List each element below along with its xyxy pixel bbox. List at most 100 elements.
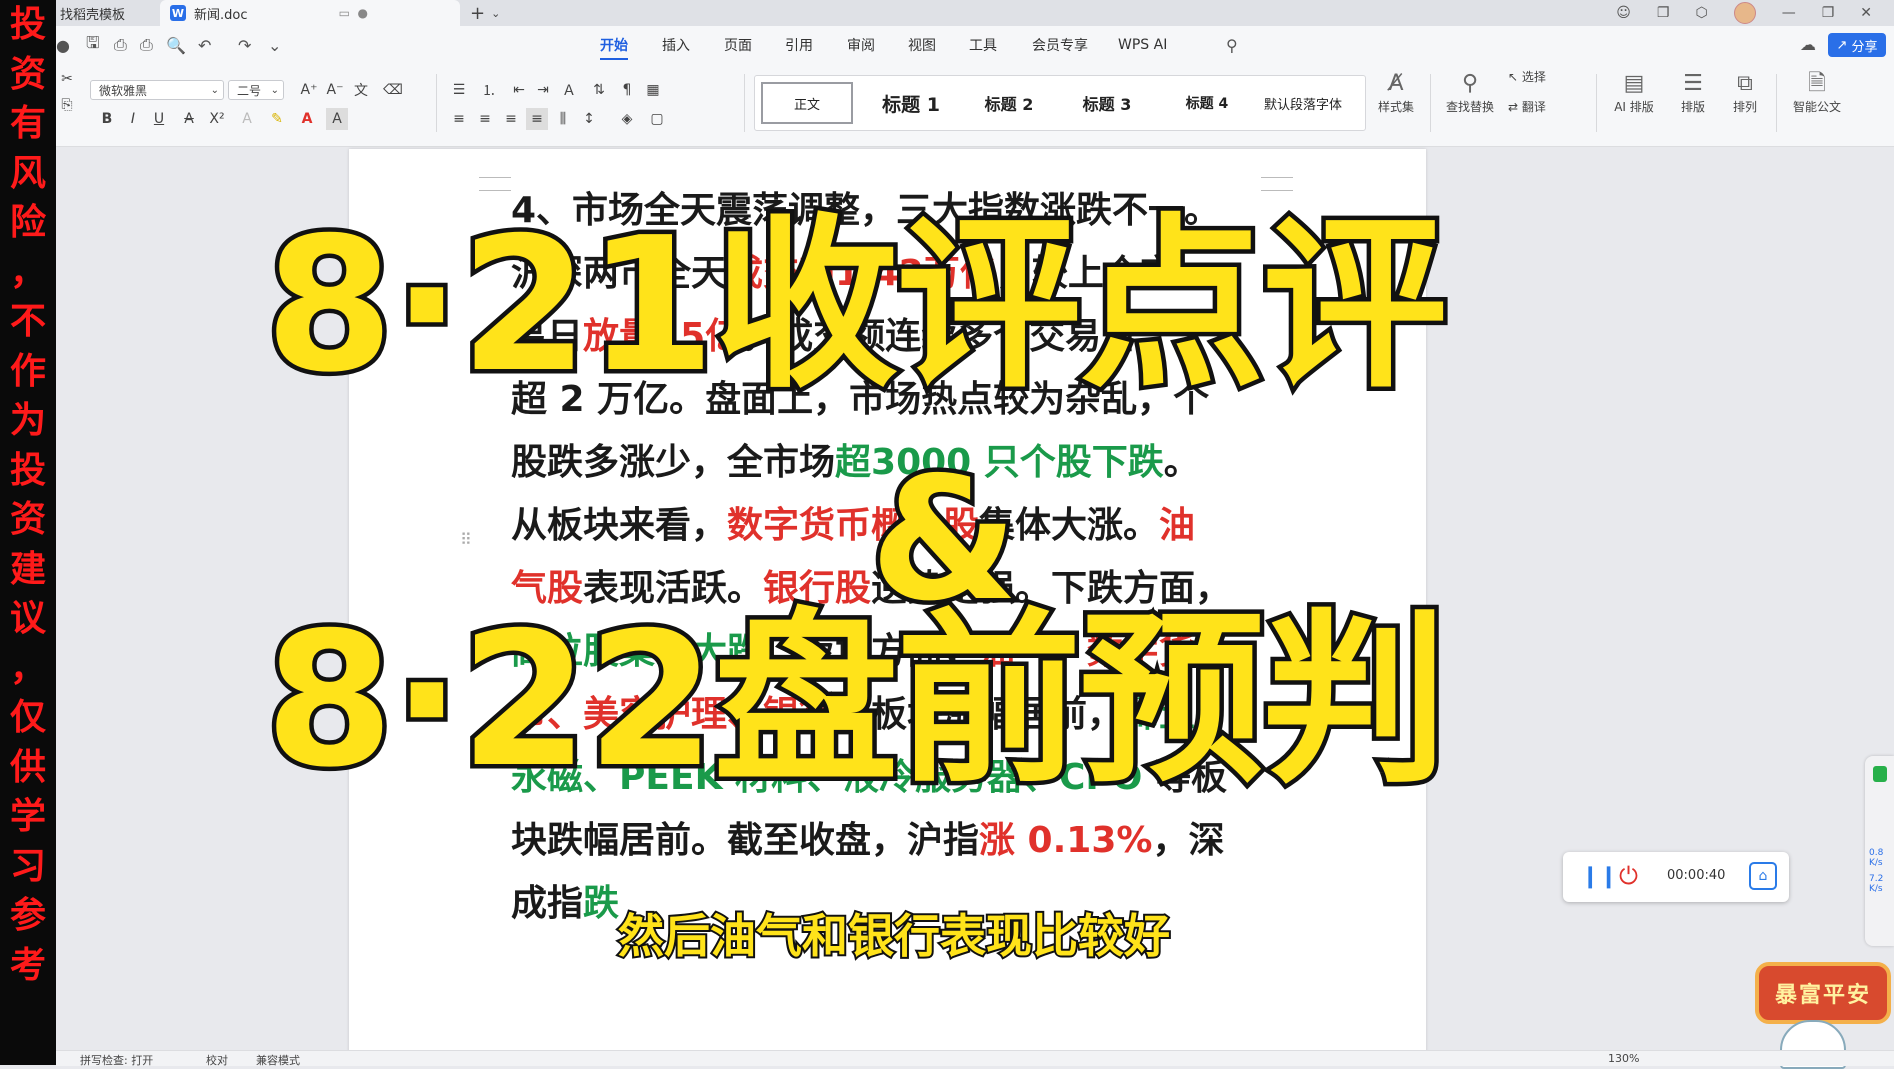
- proof-status[interactable]: 校对: [206, 1052, 228, 1068]
- highlight-icon[interactable]: ✎: [266, 108, 288, 130]
- style-set-label: 样式集: [1377, 100, 1414, 114]
- search-icon[interactable]: ⚲: [1226, 26, 1238, 64]
- format-painter-icon[interactable]: ⎘: [56, 94, 78, 116]
- avatar[interactable]: [1733, 2, 1756, 24]
- phonetic-icon[interactable]: 文: [350, 79, 372, 101]
- font-size-select[interactable]: 二号 ⌄: [228, 80, 284, 100]
- border-icon[interactable]: ▢: [646, 108, 668, 130]
- cloud-icon[interactable]: ☁: [1800, 35, 1816, 54]
- menu-tab-4[interactable]: 审阅: [847, 26, 875, 64]
- save-icon[interactable]: 🖫: [86, 26, 100, 64]
- menu-tab-5[interactable]: 视图: [908, 26, 936, 64]
- tab-dot-icon[interactable]: ●: [358, 6, 368, 20]
- cut-icon[interactable]: ✂: [56, 68, 78, 90]
- select-label: 选择: [1521, 70, 1546, 84]
- style-heading-1[interactable]: 标题 1: [863, 76, 959, 130]
- style-heading-3[interactable]: 标题 3: [1059, 76, 1155, 130]
- restore-icon[interactable]: ❐: [1822, 5, 1835, 21]
- align-left-icon[interactable]: ≡: [448, 108, 470, 130]
- export-icon[interactable]: ⎙: [114, 26, 127, 64]
- undo-icon[interactable]: ↶: [198, 26, 211, 64]
- monitor-icon[interactable]: ▭: [339, 6, 350, 20]
- menu-tab-6[interactable]: 工具: [969, 26, 997, 64]
- select-button[interactable]: ↖ 选择: [1508, 68, 1576, 85]
- number-list-icon[interactable]: ⒈: [478, 79, 500, 101]
- tab-document[interactable]: W 新闻.doc ▭ ●: [160, 0, 460, 26]
- toggle-icon[interactable]: ●: [56, 26, 70, 64]
- chevron-down-icon[interactable]: ⌄: [491, 7, 500, 20]
- layout-button[interactable]: ☰ 排版: [1668, 70, 1718, 115]
- style-normal[interactable]: 正文: [761, 82, 853, 124]
- smart-doc-label: 智能公文: [1792, 100, 1841, 114]
- more-chevron-icon[interactable]: ⌄: [268, 26, 281, 64]
- layout-label: 排版: [1680, 100, 1705, 114]
- italic-icon[interactable]: I: [122, 108, 144, 130]
- redo-icon[interactable]: ↷: [238, 26, 251, 64]
- bullet-list-icon[interactable]: ☰: [448, 79, 470, 101]
- menu-tab-7[interactable]: 会员专享: [1032, 26, 1088, 64]
- style-heading-4[interactable]: 标题 4: [1159, 76, 1255, 130]
- superscript-icon[interactable]: X²: [206, 108, 228, 130]
- cube-icon[interactable]: ⬡: [1695, 5, 1707, 21]
- underline-icon[interactable]: U: [148, 108, 170, 130]
- shrink-font-icon[interactable]: A⁻: [324, 79, 346, 101]
- close-icon[interactable]: ✕: [1860, 5, 1872, 21]
- menu-tab-3[interactable]: 引用: [785, 26, 813, 64]
- find-replace-button[interactable]: ⚲ 查找替换: [1436, 70, 1504, 115]
- style-heading-2[interactable]: 标题 2: [961, 76, 1057, 130]
- drag-handle-icon[interactable]: ⠿: [460, 530, 472, 549]
- style-label: 标题 3: [1082, 95, 1132, 114]
- font-color-icon[interactable]: A: [296, 108, 318, 130]
- menu-tab-2[interactable]: 页面: [724, 26, 752, 64]
- menu-tab-1[interactable]: 插入: [662, 26, 690, 64]
- align-center-icon[interactable]: ≡: [474, 108, 496, 130]
- disclaimer-char: 议: [9, 598, 46, 639]
- menu-tab-0[interactable]: 开始: [600, 26, 628, 64]
- bold-icon[interactable]: B: [96, 108, 118, 130]
- window-controls: ☺ ❐ ⬡ — ❐ ✕: [1616, 0, 1894, 26]
- minimize-icon[interactable]: —: [1782, 5, 1796, 21]
- style-label: 默认段落字体: [1263, 97, 1342, 113]
- justify-icon[interactable]: ≡: [526, 108, 548, 130]
- strikethrough-icon[interactable]: A: [178, 108, 200, 130]
- home-icon[interactable]: ⌂: [1749, 862, 1777, 890]
- clear-format-icon[interactable]: ⌫: [382, 79, 404, 101]
- show-marks-icon[interactable]: ¶: [616, 79, 638, 101]
- skin-icon[interactable]: ☺: [1616, 5, 1631, 21]
- window-tile-icon[interactable]: ❐: [1657, 5, 1670, 21]
- text-run: 从板块来看，: [511, 505, 728, 546]
- tab-template[interactable]: 找稻壳模板: [56, 0, 160, 26]
- pause-icon[interactable]: ❙❙: [1581, 864, 1618, 889]
- distribute-icon[interactable]: ⫼: [552, 108, 574, 130]
- print-preview-icon[interactable]: 🔍: [166, 26, 186, 64]
- ai-layout-button[interactable]: ▤ AI 排版: [1604, 70, 1664, 115]
- line-spacing-icon[interactable]: ↕: [578, 108, 600, 130]
- font-name-select[interactable]: 微软雅黑 ⌄: [90, 80, 224, 100]
- disclaimer-char: 作: [9, 350, 46, 392]
- style-set-button[interactable]: A̸ 样式集: [1366, 70, 1426, 115]
- spellcheck-status[interactable]: 拼写检查: 打开: [80, 1052, 153, 1068]
- smart-doc-button[interactable]: 🗎 智能公文: [1784, 70, 1850, 115]
- menu-tab-8[interactable]: WPS AI: [1118, 26, 1167, 64]
- shading-icon[interactable]: ◈: [616, 108, 638, 130]
- print-icon[interactable]: ⎙: [140, 26, 153, 64]
- increase-indent-icon[interactable]: ⇥: [532, 79, 554, 101]
- share-button[interactable]: ↗ 分享: [1828, 33, 1886, 57]
- new-tab-button[interactable]: + ⌄: [470, 0, 500, 26]
- align-right-icon[interactable]: ≡: [500, 108, 522, 130]
- text-effect-icon[interactable]: A: [236, 108, 258, 130]
- char-shading-icon[interactable]: A: [326, 108, 348, 130]
- stop-icon[interactable]: ⏻: [1619, 862, 1638, 890]
- text-direction-icon[interactable]: Ａ: [558, 79, 580, 101]
- divider: [1596, 74, 1597, 132]
- text-run: 跌: [583, 883, 620, 924]
- arrange-button[interactable]: ⧉ 排列: [1720, 70, 1770, 115]
- disclaimer-char: ，: [9, 647, 46, 689]
- zoom-level[interactable]: 130%: [1608, 1052, 1639, 1065]
- decrease-indent-icon[interactable]: ⇤: [508, 79, 530, 101]
- table-grid-icon[interactable]: ▦: [642, 79, 664, 101]
- style-default-font[interactable]: 默认段落字体: [1255, 76, 1351, 130]
- translate-button[interactable]: ⇄ 翻译: [1508, 98, 1576, 115]
- sort-icon[interactable]: ⇅: [588, 79, 610, 101]
- grow-font-icon[interactable]: A⁺: [298, 79, 320, 101]
